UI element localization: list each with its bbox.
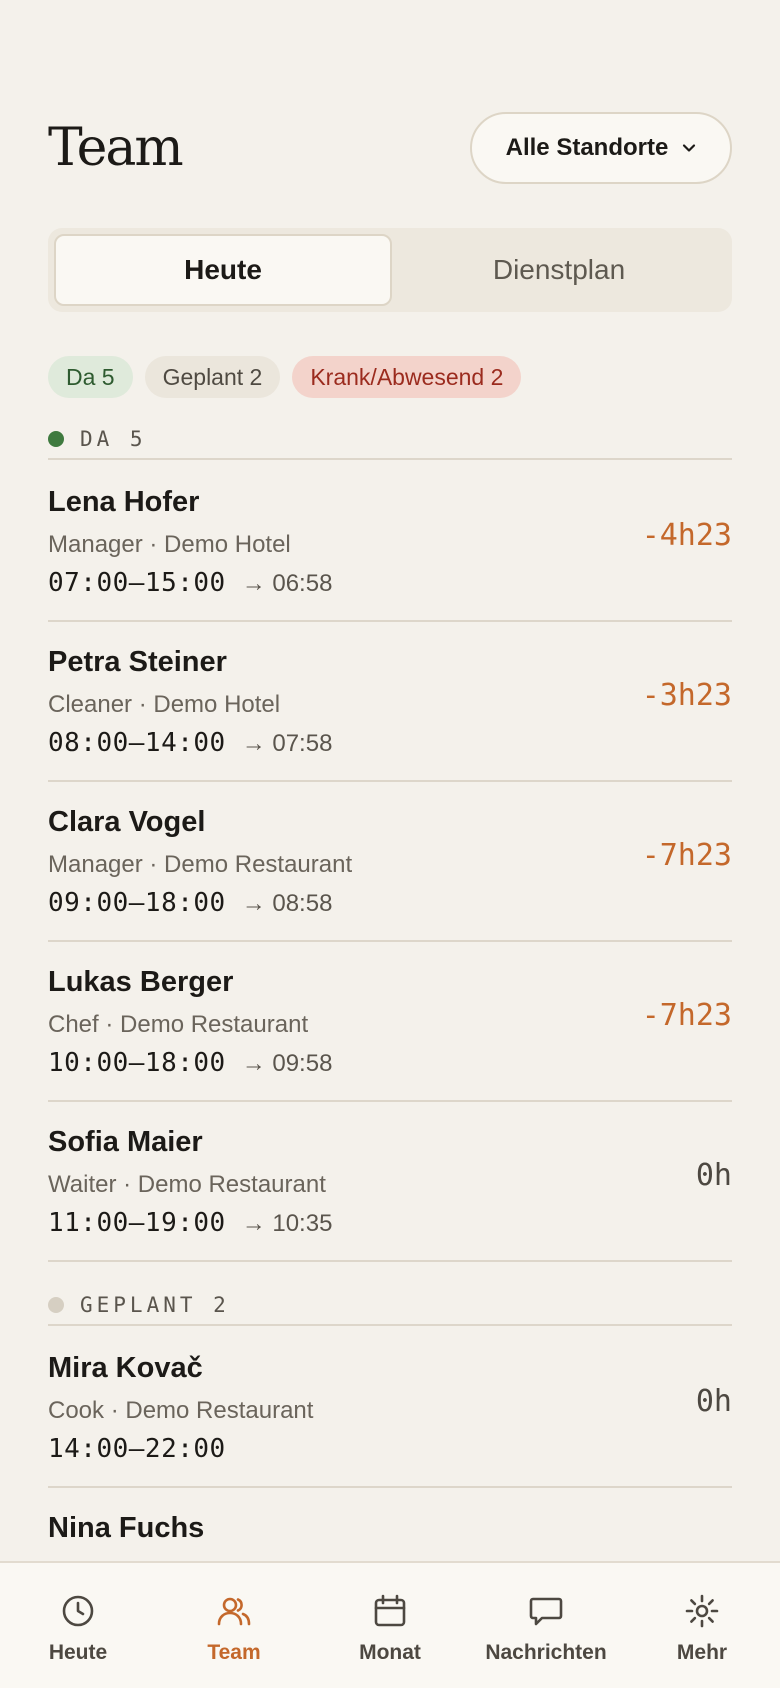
message-icon	[529, 1597, 563, 1626]
employee-name: Lena Hofer	[48, 486, 200, 518]
users-icon	[217, 1597, 251, 1626]
shift-range: 14:00–22:00	[48, 1434, 226, 1464]
location-select-label: Alle Standorte	[505, 134, 669, 161]
status-dot	[48, 1297, 64, 1313]
nav-item-team[interactable]: Team	[156, 1563, 312, 1688]
page-title: Team	[48, 118, 184, 178]
shift-range: 07:00–15:00	[48, 568, 226, 598]
status-chips: Da 5 Geplant 2 Krank/Abwesend 2	[48, 356, 522, 398]
shift-range: 09:00–18:00	[48, 888, 226, 918]
shift-times: 10:00–18:00 → 09:58	[48, 1048, 332, 1078]
shift-times: 08:00–14:00 → 07:58	[48, 728, 332, 758]
shift-range: 10:00–18:00	[48, 1048, 226, 1078]
table-row[interactable]: Petra Steiner Cleaner · Demo Hotel 08:00…	[48, 622, 732, 782]
clock-in-time: → 08:58	[241, 890, 333, 917]
status-dot	[48, 431, 64, 447]
employee-name: Petra Steiner	[48, 646, 227, 678]
nav-label: Monat	[359, 1641, 421, 1664]
shift-range: 11:00–19:00	[48, 1208, 226, 1238]
shift-times: 07:00–15:00 → 06:58	[48, 568, 332, 598]
tab-dienstplan[interactable]: Dienstplan	[392, 234, 726, 306]
nav-label: Mehr	[676, 1641, 728, 1664]
nav-item-nachrichten[interactable]: Nachrichten	[468, 1563, 624, 1688]
hours-delta: 0h	[695, 1384, 732, 1419]
clock-icon	[62, 1595, 94, 1627]
chevron-down-icon	[683, 144, 696, 152]
employee-name: Nina Fuchs	[48, 1512, 205, 1544]
chip-present[interactable]: Da 5	[48, 356, 133, 398]
hours-delta: -3h23	[641, 678, 732, 713]
clock-in-time: → 09:58	[241, 1050, 333, 1077]
table-row[interactable]: Lukas Berger Chef · Demo Restaurant 10:0…	[48, 942, 732, 1102]
chip-planned[interactable]: Geplant 2	[144, 356, 281, 398]
view-tabs: Heute Dienstplan	[48, 228, 732, 312]
employee-role: Cook · Demo Restaurant	[48, 1397, 314, 1424]
section-label: GEPLANT 2	[80, 1293, 230, 1317]
employee-role: Chef · Demo Restaurant	[48, 1011, 309, 1038]
clock-in-time: → 06:58	[241, 570, 333, 597]
clock-in-time: → 10:35	[241, 1210, 333, 1237]
employee-name: Mira Kovač	[48, 1352, 203, 1384]
clock-in-time: → 07:58	[241, 730, 333, 757]
nav-label: Nachrichten	[485, 1641, 607, 1664]
hours-delta: 0h	[695, 1158, 732, 1193]
shift-times: 09:00–18:00 → 08:58	[48, 888, 332, 918]
employee-role: Manager · Demo Restaurant	[48, 851, 353, 878]
shift-times: 11:00–19:00 → 10:35	[48, 1208, 332, 1238]
section-label: DA 5	[80, 427, 147, 451]
header: Team Alle Standorte	[48, 112, 732, 184]
location-select[interactable]: Alle Standorte	[470, 112, 732, 184]
employee-name: Clara Vogel	[48, 806, 206, 838]
employee-role: Waiter · Demo Restaurant	[48, 1171, 326, 1198]
gear-icon	[685, 1594, 719, 1628]
calendar-icon	[374, 1594, 406, 1627]
employee-name: Lukas Berger	[48, 966, 234, 998]
nav-item-heute[interactable]: Heute	[0, 1563, 156, 1688]
hours-delta: -7h23	[641, 998, 732, 1033]
table-row[interactable]: Mira Kovač Cook · Demo Restaurant 14:00–…	[48, 1328, 732, 1488]
hours-delta: -7h23	[641, 838, 732, 873]
hours-delta: -4h23	[641, 518, 732, 553]
nav-label: Heute	[48, 1641, 108, 1664]
table-row[interactable]: Clara Vogel Manager · Demo Restaurant 09…	[48, 782, 732, 942]
shift-times: 14:00–22:00	[48, 1434, 226, 1464]
table-row[interactable]: Sofia Maier Waiter · Demo Restaurant 11:…	[48, 1102, 732, 1262]
section-header-planned: GEPLANT 2	[48, 1286, 732, 1326]
bottom-nav: Heute Team Monat Nachrichten Mehr	[0, 1561, 780, 1688]
chip-absent[interactable]: Krank/Abwesend 2	[292, 356, 522, 398]
table-row[interactable]: Lena Hofer Manager · Demo Hotel 07:00–15…	[48, 462, 732, 622]
tab-heute[interactable]: Heute	[54, 234, 392, 306]
employee-role: Cleaner · Demo Hotel	[48, 691, 281, 718]
nav-label: Team	[207, 1641, 261, 1664]
nav-item-monat[interactable]: Monat	[312, 1563, 468, 1688]
section-header-present: DA 5	[48, 420, 732, 460]
nav-item-mehr[interactable]: Mehr	[624, 1563, 780, 1688]
shift-range: 08:00–14:00	[48, 728, 226, 758]
employee-name: Sofia Maier	[48, 1126, 203, 1158]
employee-role: Manager · Demo Hotel	[48, 531, 291, 558]
